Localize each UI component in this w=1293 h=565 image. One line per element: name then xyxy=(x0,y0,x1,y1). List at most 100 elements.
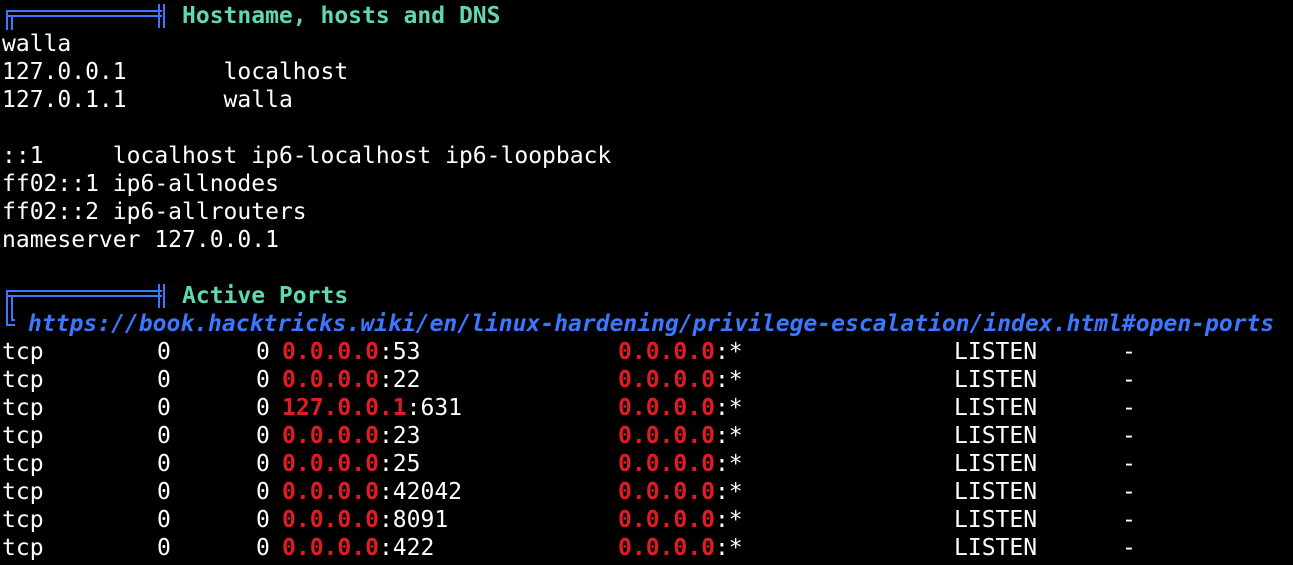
banner-decoration-icon xyxy=(2,2,172,30)
reference-link-line: https://book.hacktricks.wiki/en/linux-ha… xyxy=(2,310,1293,338)
local-address-cell: 0.0.0.0:42042 xyxy=(282,478,618,506)
foreign-ip: 0.0.0.0 xyxy=(618,479,715,505)
output-line: ::1 localhost ip6-localhost ip6-loopback xyxy=(2,143,612,169)
foreign-ip: 0.0.0.0 xyxy=(618,451,715,477)
foreign-address-cell: 0.0.0.0:* xyxy=(618,422,954,450)
state-cell: LISTEN xyxy=(954,507,1038,533)
send-q-cell: 0 xyxy=(256,395,270,421)
proto-cell: tcp xyxy=(2,339,44,365)
proto-cell: tcp xyxy=(2,367,44,393)
state-cell: LISTEN xyxy=(954,451,1038,477)
local-address-cell: 0.0.0.0:25 xyxy=(282,450,618,478)
table-row: tcp 0 0 0.0.0.0:53 0.0.0.0:* LISTEN - xyxy=(2,338,1293,366)
section-title: Hostname, hosts and DNS xyxy=(182,3,501,29)
recv-q-cell: 0 xyxy=(157,423,171,449)
local-ip: 0.0.0.0 xyxy=(282,339,379,365)
local-port: :8091 xyxy=(378,507,449,533)
output-line: ff02::2 ip6-allrouters xyxy=(2,199,307,225)
corner-decoration-icon xyxy=(2,310,28,338)
program-cell: - xyxy=(1122,395,1136,421)
local-address-cell: 0.0.0.0:8091 xyxy=(282,506,618,534)
local-address-cell: 127.0.0.1:631 xyxy=(282,394,618,422)
program-cell: - xyxy=(1122,507,1136,533)
hosts-output: walla 127.0.0.1 localhost 127.0.1.1 wall… xyxy=(2,30,1293,282)
foreign-port: :* xyxy=(714,507,743,533)
local-address-cell: 0.0.0.0:23 xyxy=(282,422,618,450)
state-cell: LISTEN xyxy=(954,423,1038,449)
foreign-port: :* xyxy=(714,535,743,561)
local-port: :42042 xyxy=(378,479,463,505)
local-address-cell: 0.0.0.0:422 xyxy=(282,534,618,562)
local-ip: 0.0.0.0 xyxy=(282,479,379,505)
output-line: ff02::1 ip6-allnodes xyxy=(2,171,279,197)
state-cell: LISTEN xyxy=(954,535,1038,561)
program-cell: - xyxy=(1122,535,1136,561)
state-cell: LISTEN xyxy=(954,479,1038,505)
local-port: :22 xyxy=(378,367,421,393)
table-row: tcp 0 0 0.0.0.0:23 0.0.0.0:* LISTEN - xyxy=(2,422,1293,450)
program-cell: - xyxy=(1122,339,1136,365)
send-q-cell: 0 xyxy=(256,339,270,365)
recv-q-cell: 0 xyxy=(157,535,171,561)
program-cell: - xyxy=(1122,479,1136,505)
foreign-port: :* xyxy=(714,423,743,449)
proto-cell: tcp xyxy=(2,423,44,449)
foreign-port: :* xyxy=(714,395,743,421)
output-line: nameserver 127.0.0.1 xyxy=(2,227,279,253)
terminal-window: Hostname, hosts and DNS walla 127.0.0.1 … xyxy=(0,0,1293,565)
output-line: 127.0.0.1 localhost xyxy=(2,59,349,85)
section-header-ports: Active Ports xyxy=(2,282,1293,310)
proto-cell: tcp xyxy=(2,451,44,477)
reference-link[interactable]: https://book.hacktricks.wiki/en/linux-ha… xyxy=(28,311,1274,337)
recv-q-cell: 0 xyxy=(157,395,171,421)
local-ip: 0.0.0.0 xyxy=(282,423,379,449)
foreign-ip: 0.0.0.0 xyxy=(618,507,715,533)
table-row: tcp 0 0 0.0.0.0:22 0.0.0.0:* LISTEN - xyxy=(2,366,1293,394)
proto-cell: tcp xyxy=(2,395,44,421)
table-row: tcp 0 0 0.0.0.0:25 0.0.0.0:* LISTEN - xyxy=(2,450,1293,478)
output-line: walla xyxy=(2,31,72,57)
foreign-address-cell: 0.0.0.0:* xyxy=(618,506,954,534)
program-cell: - xyxy=(1122,423,1136,449)
local-ip: 127.0.0.1 xyxy=(282,395,407,421)
recv-q-cell: 0 xyxy=(157,367,171,393)
foreign-port: :* xyxy=(714,479,743,505)
section-title: Active Ports xyxy=(182,283,349,309)
recv-q-cell: 0 xyxy=(157,507,171,533)
local-port: :53 xyxy=(378,339,421,365)
foreign-address-cell: 0.0.0.0:* xyxy=(618,478,954,506)
local-port: :23 xyxy=(378,423,421,449)
foreign-address-cell: 0.0.0.0:* xyxy=(618,338,954,366)
foreign-ip: 0.0.0.0 xyxy=(618,367,715,393)
foreign-ip: 0.0.0.0 xyxy=(618,423,715,449)
proto-cell: tcp xyxy=(2,507,44,533)
send-q-cell: 0 xyxy=(256,479,270,505)
foreign-address-cell: 0.0.0.0:* xyxy=(618,394,954,422)
recv-q-cell: 0 xyxy=(157,339,171,365)
recv-q-cell: 0 xyxy=(157,479,171,505)
foreign-ip: 0.0.0.0 xyxy=(618,339,715,365)
state-cell: LISTEN xyxy=(954,339,1038,365)
local-ip: 0.0.0.0 xyxy=(282,507,379,533)
send-q-cell: 0 xyxy=(256,367,270,393)
section-header-hosts: Hostname, hosts and DNS xyxy=(2,2,1293,30)
local-port: :422 xyxy=(378,535,435,561)
send-q-cell: 0 xyxy=(256,451,270,477)
table-row: tcp 0 0 127.0.0.1:631 0.0.0.0:* LISTEN - xyxy=(2,394,1293,422)
foreign-port: :* xyxy=(714,339,743,365)
state-cell: LISTEN xyxy=(954,395,1038,421)
recv-q-cell: 0 xyxy=(157,451,171,477)
banner-decoration-icon xyxy=(2,282,172,310)
send-q-cell: 0 xyxy=(256,423,270,449)
local-port: :631 xyxy=(406,395,463,421)
program-cell: - xyxy=(1122,367,1136,393)
foreign-ip: 0.0.0.0 xyxy=(618,395,715,421)
foreign-port: :* xyxy=(714,367,743,393)
local-ip: 0.0.0.0 xyxy=(282,451,379,477)
local-port: :25 xyxy=(378,451,421,477)
table-row: tcp 0 0 0.0.0.0:422 0.0.0.0:* LISTEN - xyxy=(2,534,1293,562)
foreign-address-cell: 0.0.0.0:* xyxy=(618,366,954,394)
proto-cell: tcp xyxy=(2,479,44,505)
